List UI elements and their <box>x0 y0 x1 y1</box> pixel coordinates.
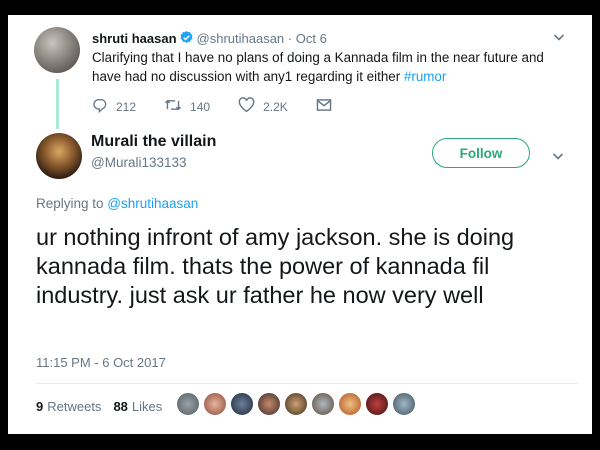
liker-avatar[interactable] <box>392 392 416 416</box>
liker-avatar[interactable] <box>365 392 389 416</box>
retweet-action[interactable]: 140 <box>164 97 210 116</box>
likes-label: Likes <box>131 399 163 414</box>
shruti-avatar[interactable] <box>34 27 80 73</box>
liker-avatar[interactable] <box>203 392 227 416</box>
parent-author-handle[interactable]: @shrutihaasan <box>197 31 285 46</box>
chevron-down-icon[interactable] <box>553 30 565 46</box>
parent-tweet-body: Clarifying that I have no plans of doing… <box>92 50 544 84</box>
liker-avatar[interactable] <box>338 392 362 416</box>
verified-icon <box>179 30 194 48</box>
replying-prefix: Replying to <box>36 196 108 211</box>
parent-tweet-date[interactable]: · Oct 6 <box>288 31 327 46</box>
reply-action[interactable]: 212 <box>92 97 136 116</box>
retweets-stat[interactable]: 9 Retweets <box>36 399 101 414</box>
liker-avatars <box>176 392 419 416</box>
tweet-card: shruti haasan @shrutihaasan · Oct 6 Clari… <box>8 15 592 434</box>
retweet-icon <box>164 97 190 116</box>
liker-avatar[interactable] <box>257 392 281 416</box>
parent-tweet-actions: 212 140 2.2K <box>92 97 368 116</box>
reply-tweet-text: ur nothing infront of amy jackson. she i… <box>36 224 515 308</box>
reply-icon <box>92 97 116 116</box>
reply-author-handle[interactable]: @Murali133133 <box>91 155 187 170</box>
replying-mention-link[interactable]: @shrutihaasan <box>107 196 198 211</box>
follow-button[interactable]: Follow <box>432 138 530 168</box>
liker-avatar[interactable] <box>284 392 308 416</box>
likes-count: 88 <box>113 399 128 414</box>
liker-avatar[interactable] <box>311 392 335 416</box>
like-icon <box>238 97 263 116</box>
thread-line <box>56 79 59 129</box>
retweet-count: 140 <box>190 99 211 114</box>
liker-avatar[interactable] <box>176 392 200 416</box>
engagement-stats: 9 Retweets 88 Likes <box>36 399 174 414</box>
parent-tweet-text: Clarifying that I have no plans of doing… <box>92 48 562 86</box>
reply-count: 212 <box>116 99 137 114</box>
message-icon <box>316 98 340 115</box>
message-action[interactable] <box>316 98 340 115</box>
likes-stat[interactable]: 88 Likes <box>113 399 162 414</box>
hashtag-link[interactable]: #rumor <box>404 69 446 84</box>
chevron-down-icon[interactable] <box>552 149 564 165</box>
retweets-label: Retweets <box>47 399 102 414</box>
retweets-count: 9 <box>36 399 44 414</box>
murali-avatar[interactable] <box>36 133 82 179</box>
like-action[interactable]: 2.2K <box>238 97 288 116</box>
replying-to-line: Replying to @shrutihaasan <box>36 196 198 211</box>
divider <box>36 383 578 384</box>
parent-tweet-header: shruti haasan @shrutihaasan · Oct 6 <box>92 30 327 48</box>
parent-author-name[interactable]: shruti haasan <box>92 31 177 46</box>
reply-author-name[interactable]: Murali the villain <box>91 133 216 151</box>
reply-timestamp[interactable]: 11:15 PM - 6 Oct 2017 <box>36 355 166 370</box>
like-count: 2.2K <box>263 99 288 114</box>
liker-avatar[interactable] <box>230 392 254 416</box>
